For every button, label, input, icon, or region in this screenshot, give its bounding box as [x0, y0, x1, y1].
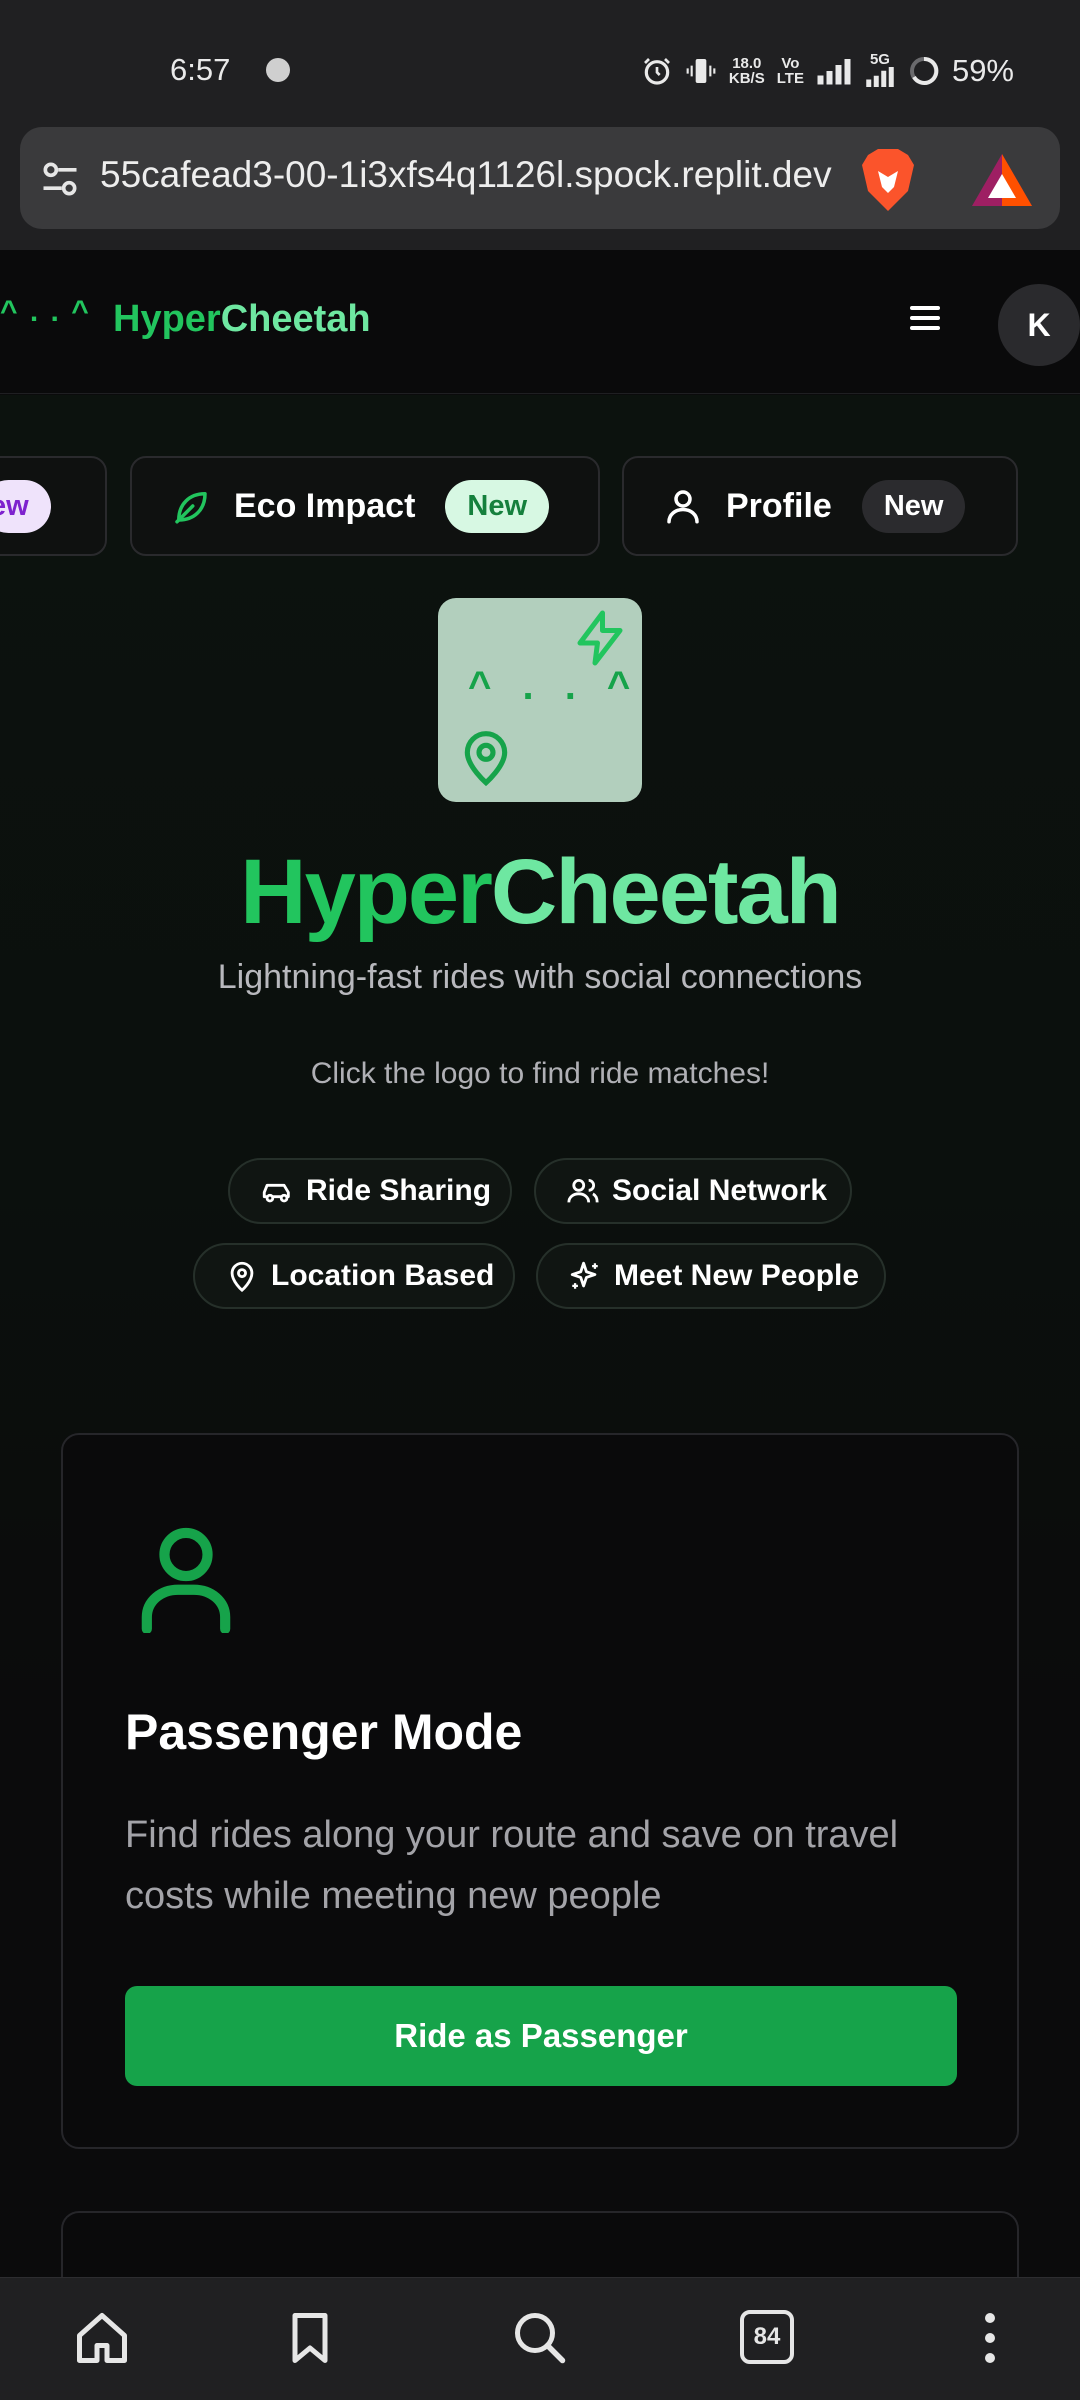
notification-icon [266, 58, 290, 82]
feature-chip-social-network: Social Network [534, 1158, 852, 1224]
volte-top: Vo [781, 55, 800, 72]
new-badge: New [861, 479, 966, 533]
map-pin-icon [230, 1261, 254, 1293]
url-text[interactable]: 55cafead3-00-1i3xfs4q1126l.spock.replit.… [100, 154, 860, 196]
user-icon [141, 1527, 231, 1633]
tab-partial-badge: ew [0, 479, 51, 533]
more-options-icon[interactable] [960, 2308, 1020, 2368]
title-second: Cheetah [490, 841, 842, 943]
chip-label: Meet New People [614, 1259, 860, 1292]
feature-chip-ride-sharing: Ride Sharing [228, 1158, 512, 1224]
brand-first: Hyper [113, 298, 221, 340]
logo-match-button[interactable]: ^ . . ^ [438, 598, 642, 802]
alarm-icon [643, 58, 670, 85]
car-icon [262, 1183, 290, 1203]
signal-gen-label: 5G [869, 51, 890, 68]
battery-percent: 59% [951, 53, 1014, 88]
battery-ring-icon [909, 56, 939, 85]
volte-bottom: LTE [776, 70, 804, 87]
title-first: Hyper [240, 841, 493, 943]
card-title: Passenger Mode [125, 1704, 523, 1760]
users-icon [567, 1178, 599, 1203]
brave-shields-icon[interactable] [858, 147, 918, 213]
avatar[interactable]: K [998, 284, 1080, 366]
logo-face: ^ . . ^ [468, 664, 641, 708]
leaf-icon [175, 492, 207, 524]
chip-label: Social Network [612, 1174, 828, 1207]
app-header: ^ . . ^ HyperCheetah K [0, 250, 1080, 394]
vibrate-icon [686, 59, 716, 83]
page-title: HyperCheetah [0, 840, 1080, 945]
search-icon[interactable] [510, 2308, 570, 2368]
address-bar[interactable]: 55cafead3-00-1i3xfs4q1126l.spock.replit.… [20, 127, 1060, 229]
status-time: 6:57 [170, 52, 231, 87]
status-icons: 18.0 KB/S Vo LTE 5G 59% [641, 50, 1014, 92]
brand-second: Cheetah [220, 298, 371, 340]
user-icon [667, 490, 699, 524]
tab-profile[interactable]: Profile New [622, 456, 1018, 556]
header-brand[interactable]: HyperCheetah [113, 298, 371, 341]
speed-value: 18.0 [732, 55, 762, 72]
sparkles-icon [570, 1261, 598, 1289]
tab-label: Eco Impact [234, 486, 416, 525]
ride-as-passenger-button[interactable]: Ride as Passenger [125, 1986, 957, 2086]
speed-unit: KB/S [728, 70, 765, 87]
chip-label: Ride Sharing [306, 1174, 492, 1207]
hero-hint: Click the logo to find ride matches! [310, 1057, 770, 1090]
lightning-icon [577, 610, 623, 666]
new-badge: New [445, 479, 550, 533]
network-speed: 18.0 KB/S [729, 56, 765, 86]
home-icon[interactable] [72, 2308, 132, 2368]
site-settings-icon[interactable] [38, 157, 82, 201]
signal-5g-bars-icon [866, 67, 894, 87]
volte-indicator: Vo LTE [777, 56, 804, 86]
chip-label: Location Based [271, 1259, 495, 1292]
passenger-mode-card: Passenger Mode Find rides along your rou… [61, 1433, 1019, 2149]
tab-eco-impact[interactable]: Eco Impact New [130, 456, 600, 556]
map-pin-icon [464, 731, 508, 787]
hero-subtitle: Lightning-fast rides with social connect… [217, 958, 863, 996]
header-logo-face[interactable]: ^ . . ^ [0, 295, 91, 329]
rewards-triangle-icon[interactable] [970, 152, 1034, 208]
signal-5g: 5G [864, 52, 896, 90]
tab-label: Profile [726, 486, 832, 525]
browser-bottom-nav: 84 [0, 2277, 1080, 2400]
signal-icon [817, 59, 851, 85]
browser-toolbar: 55cafead3-00-1i3xfs4q1126l.spock.replit.… [0, 125, 1080, 250]
feature-chip-meet-new-people: Meet New People [536, 1243, 886, 1309]
status-bar: 6:57 18.0 KB/S Vo LTE 5G 59% [0, 0, 1080, 125]
feature-chip-location-based: Location Based [193, 1243, 515, 1309]
card-description: Find rides along your route and save on … [125, 1814, 899, 1917]
hamburger-menu-icon[interactable] [900, 300, 954, 344]
bookmark-icon[interactable] [280, 2308, 340, 2368]
tab-switcher-button[interactable]: 84 [740, 2310, 794, 2364]
tab-partial[interactable]: ew [0, 456, 107, 556]
